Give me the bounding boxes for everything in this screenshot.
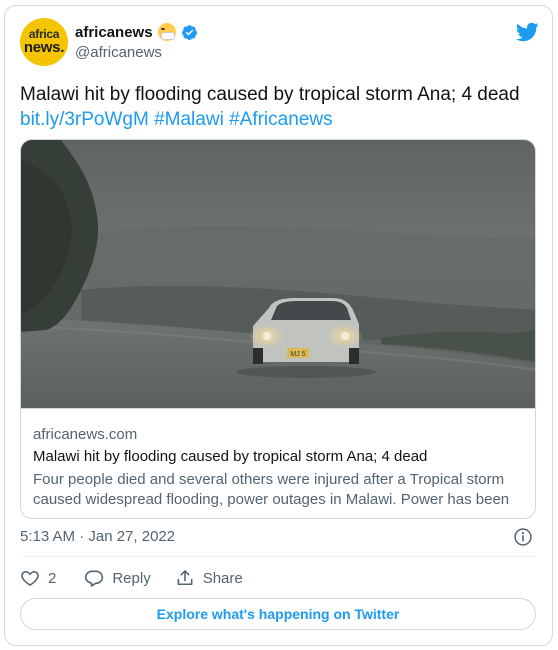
user-handle[interactable]: @africanews [75,44,198,61]
display-name[interactable]: africanews [75,24,153,41]
verified-badge-icon [181,24,197,40]
heart-icon [21,570,39,587]
link-card-meta: africanews.com Malawi hit by flooding ca… [21,408,535,518]
like-count: 2 [48,569,57,587]
twitter-bird-icon[interactable] [515,20,539,44]
reply-button[interactable]: Reply [84,568,151,588]
tweet-text: Malawi hit by flooding caused by tropica… [20,82,540,132]
info-icon[interactable] [513,527,533,547]
link-title: Malawi hit by flooding caused by tropica… [33,448,428,465]
link-description: Four people died and several others were… [33,471,510,518]
tweet-link[interactable]: bit.ly/3rPoWgM [20,109,149,130]
divider [20,556,536,557]
avatar-text-line2: news. [23,38,65,56]
share-label: Share [202,569,243,587]
face-with-medical-mask-icon [157,23,176,41]
reply-label: Reply [112,569,151,587]
link-domain: africanews.com [33,426,138,443]
hashtag-africanews[interactable]: #Africanews [229,109,333,130]
share-upload-icon [177,570,193,586]
tweet-body: Malawi hit by flooding caused by tropica… [20,84,520,105]
avatar[interactable]: africa news. [20,18,68,66]
tweet-timestamp[interactable]: 5:13 AM · Jan 27, 2022 [20,528,175,545]
like-button[interactable]: 2 [20,568,56,588]
link-preview-card[interactable]: MJ 5 africanews.com Malawi hit by floodi… [20,139,536,519]
explore-twitter-button[interactable]: Explore what's happening on Twitter [20,598,536,630]
reply-bubble-icon [85,570,104,587]
action-bar: 2 Reply Share [20,567,267,589]
tweet-embed-card: africa news. africanews @africanews Mala… [4,5,553,646]
hashtag-malawi[interactable]: #Malawi [154,109,224,130]
share-button[interactable]: Share [175,568,243,588]
user-info: africanews @africanews [75,22,198,61]
storm-car-photo: MJ 5 [21,140,535,408]
